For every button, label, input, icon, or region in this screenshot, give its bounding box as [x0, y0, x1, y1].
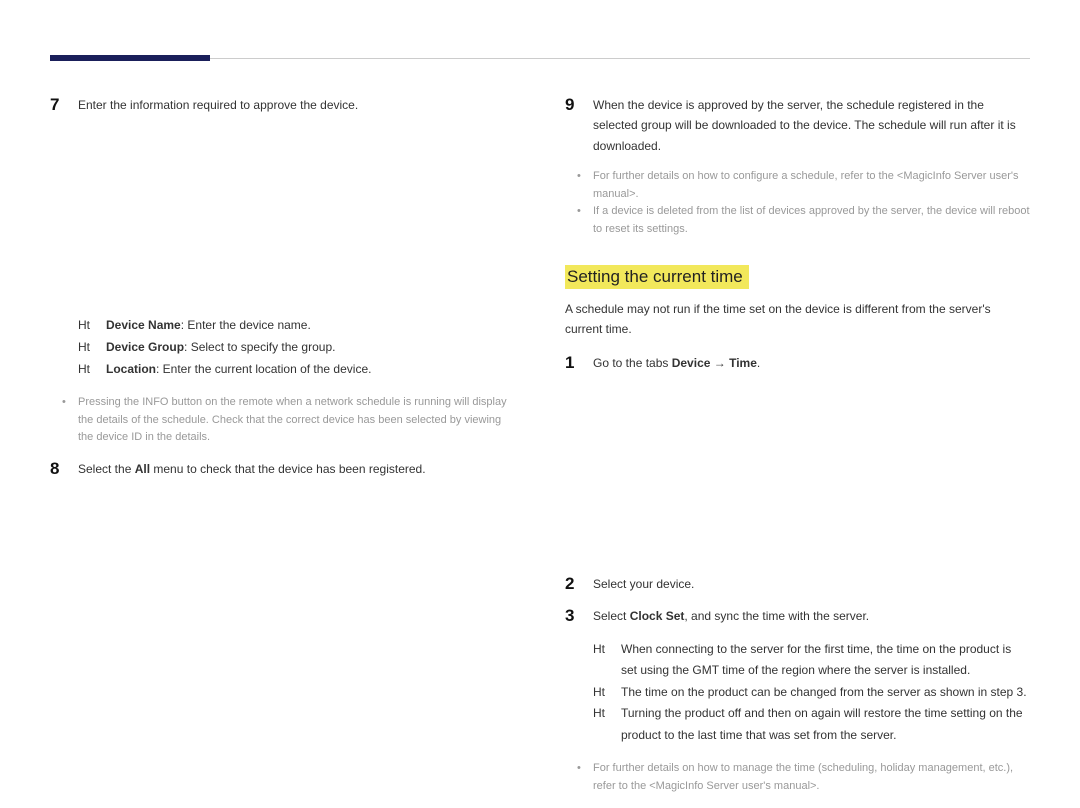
field-line: Device Group: Select to specify the grou… [106, 337, 335, 359]
time-note: Ht When connecting to the server for the… [593, 639, 1030, 682]
step-7: 7 Enter the information required to appr… [50, 95, 515, 115]
bullet-icon: • [577, 760, 585, 795]
two-columns: 7 Enter the information required to appr… [50, 95, 1030, 808]
section-heading: Setting the current time [565, 265, 749, 289]
dash-mark: Ht [593, 703, 611, 746]
note-item: • For further details on how to configur… [577, 168, 1030, 203]
bullet-icon: • [62, 394, 70, 447]
note-text: Turning the product off and then on agai… [621, 703, 1030, 746]
section-lead: A schedule may not run if the time set o… [565, 299, 1030, 340]
step-3: 3 Select Clock Set, and sync the time wi… [565, 606, 1030, 626]
note-text: For further details on how to manage the… [593, 760, 1030, 795]
field-line: Device Name: Enter the device name. [106, 315, 311, 337]
step-number: 2 [565, 574, 581, 594]
step-9: 9 When the device is approved by the ser… [565, 95, 1030, 156]
note-text: When connecting to the server for the fi… [621, 639, 1030, 682]
section-heading-wrap: Setting the current time [565, 251, 1030, 299]
page: 7 Enter the information required to appr… [0, 0, 1080, 763]
note-item: • For further details on how to manage t… [577, 760, 1030, 795]
dash-mark: Ht [593, 639, 611, 682]
time-note: Ht Turning the product off and then on a… [593, 703, 1030, 746]
time-notes-list: Ht When connecting to the server for the… [593, 639, 1030, 747]
note-text: If a device is deleted from the list of … [593, 203, 1030, 238]
step-number: 7 [50, 95, 66, 115]
step-text: Select your device. [593, 574, 694, 594]
step-text: Select the All menu to check that the de… [78, 459, 426, 479]
dash-mark: Ht [78, 315, 96, 337]
note-text: Pressing the INFO button on the remote w… [78, 394, 515, 447]
screenshot-placeholder [593, 386, 1030, 556]
note-text: For further details on how to configure … [593, 168, 1030, 203]
accent-bar [50, 55, 210, 61]
step-8: 8 Select the All menu to check that the … [50, 459, 515, 479]
bullet-icon: • [577, 203, 585, 238]
step-2: 2 Select your device. [565, 574, 1030, 594]
dash-mark: Ht [78, 359, 96, 381]
screenshot-placeholder [78, 127, 515, 297]
note-list: • For further details on how to configur… [577, 168, 1030, 238]
step-1: 1 Go to the tabs Device → Time. [565, 353, 1030, 373]
note-list: • Pressing the INFO button on the remote… [62, 394, 515, 447]
step-number: 1 [565, 353, 581, 373]
step-number: 9 [565, 95, 581, 115]
dash-mark: Ht [593, 682, 611, 704]
step-text: When the device is approved by the serve… [593, 95, 1030, 156]
field-device-group: Ht Device Group: Select to specify the g… [78, 337, 515, 359]
step-number: 3 [565, 606, 581, 626]
note-item: • Pressing the INFO button on the remote… [62, 394, 515, 447]
step-text: Enter the information required to approv… [78, 95, 358, 115]
field-list: Ht Device Name: Enter the device name. H… [78, 315, 515, 380]
left-column: 7 Enter the information required to appr… [50, 95, 515, 808]
field-line: Location: Enter the current location of … [106, 359, 371, 381]
field-device-name: Ht Device Name: Enter the device name. [78, 315, 515, 337]
note-item: • If a device is deleted from the list o… [577, 203, 1030, 238]
field-location: Ht Location: Enter the current location … [78, 359, 515, 381]
note-list: • For further details on how to manage t… [577, 760, 1030, 795]
time-note: Ht The time on the product can be change… [593, 682, 1030, 704]
step-text: Select Clock Set, and sync the time with… [593, 606, 869, 626]
step-text: Go to the tabs Device → Time. [593, 353, 760, 373]
right-column: 9 When the device is approved by the ser… [565, 95, 1030, 808]
dash-mark: Ht [78, 337, 96, 359]
step-number: 8 [50, 459, 66, 479]
note-text: The time on the product can be changed f… [621, 682, 1027, 704]
bullet-icon: • [577, 168, 585, 203]
